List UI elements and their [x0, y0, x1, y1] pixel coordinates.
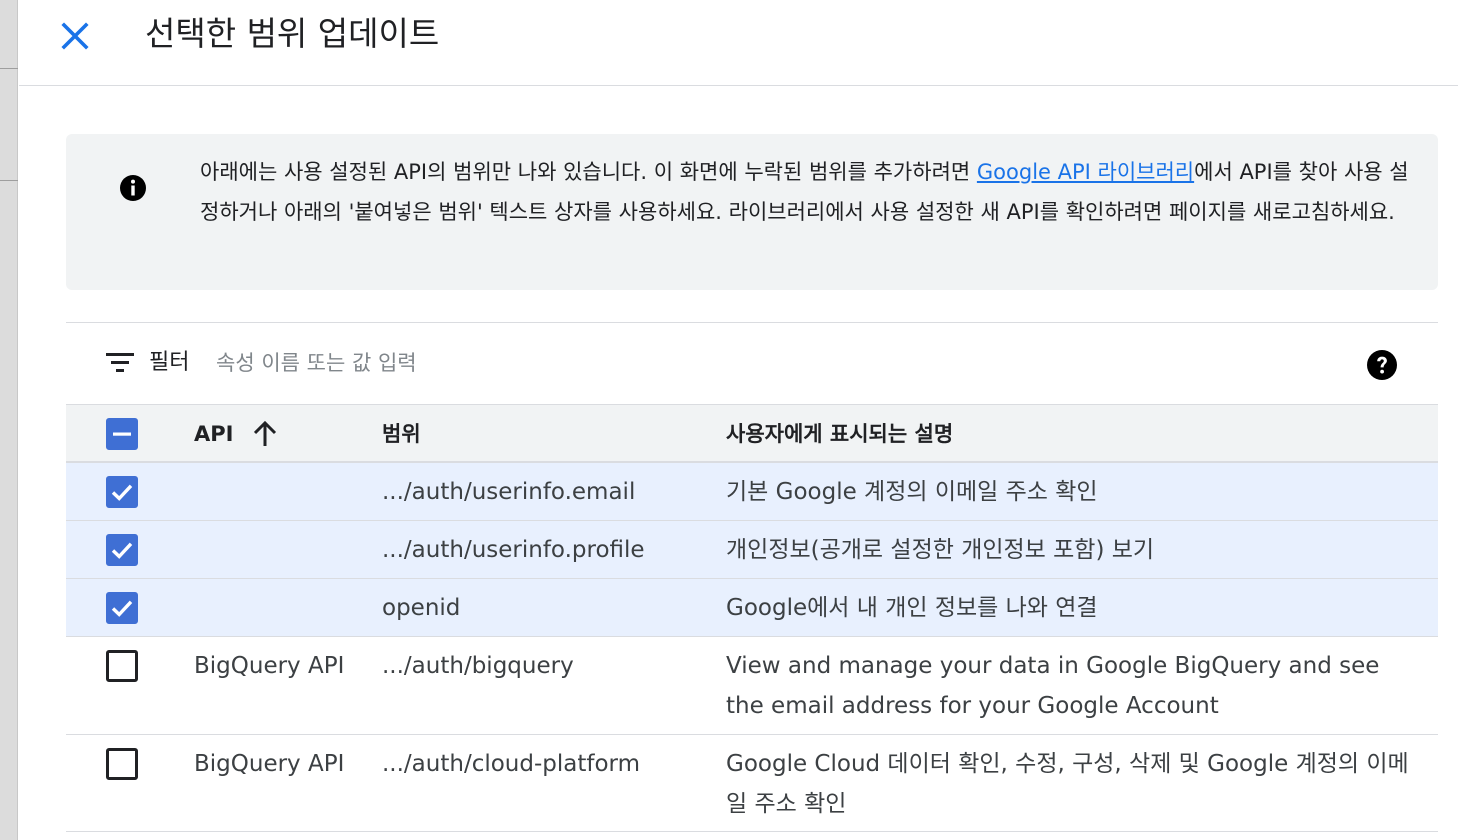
close-icon [61, 22, 89, 50]
check-icon [111, 600, 133, 617]
background-divider [0, 68, 18, 69]
help-icon[interactable] [1366, 349, 1398, 381]
row-checkbox[interactable] [106, 650, 138, 682]
row-checkbox[interactable] [106, 748, 138, 780]
table-row[interactable]: BigQuery API .../auth/bigquery View and … [66, 636, 1438, 734]
background-page-strip [0, 0, 18, 840]
info-text: 아래에는 사용 설정된 API의 범위만 나와 있습니다. 이 화면에 누락된 … [200, 152, 1410, 232]
panel-title: 선택한 범위 업데이트 [145, 14, 440, 53]
table-header-row: API 범위 사용자에게 표시되는 설명 [66, 404, 1438, 462]
panel-header: 선택한 범위 업데이트 [19, 0, 1458, 86]
info-banner: 아래에는 사용 설정된 API의 범위만 나와 있습니다. 이 화면에 누락된 … [66, 134, 1438, 290]
select-all-checkbox[interactable] [106, 418, 138, 450]
api-cell: BigQuery API [194, 653, 345, 679]
minus-icon [113, 432, 131, 436]
api-library-link[interactable]: Google API 라이브러리 [977, 160, 1194, 184]
scope-cell: openid [382, 595, 461, 621]
filter-bar: 필터 [66, 324, 1438, 404]
row-checkbox[interactable] [106, 534, 138, 566]
check-icon [111, 484, 133, 501]
scope-cell: .../auth/userinfo.email [382, 479, 636, 505]
table-row[interactable]: openid Google에서 내 개인 정보를 나와 연결 [66, 578, 1438, 636]
row-checkbox[interactable] [106, 592, 138, 624]
close-button[interactable] [53, 14, 97, 58]
filter-icon[interactable] [106, 352, 136, 374]
filter-label: 필터 [149, 350, 190, 375]
description-cell: 개인정보(공개로 설정한 개인정보 포함) 보기 [726, 537, 1155, 563]
api-cell: BigQuery API [194, 751, 345, 777]
table-row[interactable]: .../auth/userinfo.profile 개인정보(공개로 설정한 개… [66, 520, 1438, 578]
check-icon [111, 542, 133, 559]
info-text-part: 아래에는 사용 설정된 API의 범위만 나와 있습니다. 이 화면에 누락된 … [200, 160, 977, 184]
scope-cell: .../auth/userinfo.profile [382, 537, 645, 563]
background-divider [0, 180, 18, 181]
description-cell: 기본 Google 계정의 이메일 주소 확인 [726, 479, 1098, 505]
column-header-description: 사용자에게 표시되는 설명 [726, 422, 954, 446]
table-row[interactable]: BigQuery API .../auth/cloud-platform Goo… [66, 734, 1438, 832]
update-scopes-panel: 선택한 범위 업데이트 아래에는 사용 설정된 API의 범위만 나와 있습니다… [19, 0, 1458, 840]
column-header-scope: 범위 [382, 422, 421, 446]
divider [66, 322, 1438, 323]
description-cell: Google에서 내 개인 정보를 나와 연결 [726, 595, 1098, 621]
scopes-table: API 범위 사용자에게 표시되는 설명 .../auth/userinfo.e… [66, 404, 1438, 832]
row-checkbox[interactable] [106, 476, 138, 508]
scope-cell: .../auth/bigquery [382, 653, 574, 679]
scope-cell: .../auth/cloud-platform [382, 751, 641, 777]
arrow-up-icon[interactable] [252, 420, 278, 448]
filter-input[interactable] [216, 344, 816, 382]
description-cell: View and manage your data in Google BigQ… [726, 653, 1380, 719]
info-icon [120, 175, 146, 201]
description-cell: Google Cloud 데이터 확인, 수정, 구성, 삭제 및 Google… [726, 751, 1409, 817]
table-row[interactable]: .../auth/userinfo.email 기본 Google 계정의 이메… [66, 462, 1438, 520]
